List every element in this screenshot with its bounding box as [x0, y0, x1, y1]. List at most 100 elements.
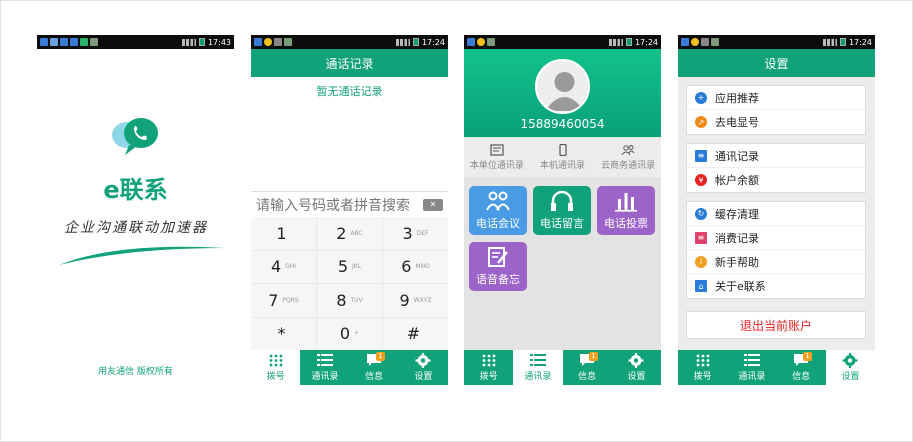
clear-cache-item[interactable]: ↻ 缓存清理 — [687, 202, 865, 226]
voice-memo-tile[interactable]: 语音备忘 — [469, 242, 527, 291]
beginner-help-item[interactable]: i 新手帮助 — [687, 250, 865, 274]
dial-key-5[interactable]: 5 JKL — [317, 250, 382, 283]
bar-chart-icon — [615, 193, 637, 212]
logout-button[interactable]: 退出当前账户 — [686, 311, 866, 339]
tab-settings[interactable]: 设置 — [612, 350, 661, 385]
key-digit: 8 — [336, 290, 347, 310]
caller-id-item[interactable]: ↗ 去电显号 — [687, 110, 865, 134]
dial-key-1[interactable]: 1 — [251, 217, 316, 250]
tile-label: 电话会议 — [476, 217, 520, 230]
tab-cloud-contacts[interactable]: 云商务通讯录 — [595, 137, 661, 178]
dial-key-9[interactable]: 9 WXYZ — [383, 284, 448, 317]
dial-key-7[interactable]: 7 PQRS — [251, 284, 316, 317]
row-label: 缓存清理 — [715, 207, 759, 221]
key-digit: # — [406, 324, 421, 344]
tile-label: 电话投票 — [604, 217, 648, 230]
app-notification-icon — [681, 38, 689, 46]
dial-key-hash[interactable]: # — [383, 317, 448, 350]
tile-label: 语音备忘 — [476, 273, 520, 286]
dial-key-3[interactable]: 3 DEF — [383, 217, 448, 250]
info-icon: i — [695, 255, 707, 268]
tab-messages[interactable]: 信息 1 — [777, 350, 826, 385]
phone-message-tile[interactable]: 电话留言 — [533, 186, 591, 235]
tab-settings[interactable]: 设置 — [399, 350, 448, 385]
battery-icon — [412, 38, 419, 46]
key-digit: 2 — [336, 223, 347, 243]
dial-key-4[interactable]: 4 GHI — [251, 250, 316, 283]
splash-screen: 17:43 e联系 企业沟通联动加速器 用友通信 版权所有 — [37, 35, 234, 385]
status-bar: 17:43 — [37, 35, 234, 49]
row-label: 关于e联系 — [715, 280, 766, 293]
key-digit: 0 — [339, 324, 351, 344]
key-letters: + — [354, 330, 360, 338]
key-digit: 4 — [270, 257, 282, 277]
backspace-icon[interactable]: ✕ — [423, 199, 443, 211]
tab-label: 信息 — [365, 372, 384, 382]
tab-dialpad[interactable]: 拨号 — [251, 350, 301, 385]
app-notification-icon — [50, 38, 58, 46]
row-label: 帐户余额 — [715, 174, 759, 187]
app-notification-icon — [487, 38, 495, 46]
status-time: 17:24 — [848, 37, 872, 47]
slogan: 企业沟通联动加速器 — [64, 220, 208, 236]
gear-icon — [842, 353, 858, 368]
signal-icon — [822, 38, 837, 46]
app-notification-icon — [264, 38, 272, 46]
gear-icon — [628, 353, 644, 368]
tab-messages[interactable]: 信息 1 — [350, 350, 399, 385]
app-notification-icon — [284, 38, 292, 46]
account-balance-item[interactable]: ¥ 帐户余额 — [687, 168, 865, 192]
notification-icons — [40, 38, 98, 46]
settings-screen: 17:24 设置 + 应用推荐 ↗ 去电显号 ≡ 通讯记录 ¥ 帐户余额 ↻ 缓… — [678, 35, 875, 385]
tab-contacts[interactable]: 通讯录 — [300, 350, 349, 385]
settings-group-2: ≡ 通讯记录 ¥ 帐户余额 — [686, 143, 866, 193]
phone-conference-tile[interactable]: 电话会议 — [469, 186, 527, 235]
user-phone-number: 15889460054 — [520, 117, 605, 131]
dial-keypad: 1 2 ABC 3 DEF 4 GHI 5 JKL 6 MNO 7 PQRS 8 TUV 9W… — [251, 217, 448, 350]
tab-label: 拨号 — [693, 372, 712, 382]
tab-label: 信息 — [792, 372, 811, 382]
app-recommend-item[interactable]: + 应用推荐 — [687, 86, 865, 110]
settings-group-1: + 应用推荐 ↗ 去电显号 — [686, 85, 866, 135]
app-notification-icon — [467, 38, 475, 46]
key-letters: WXYZ — [413, 296, 432, 304]
tab-local-contacts[interactable]: 本机通讯录 — [530, 137, 596, 178]
tab-dialpad[interactable]: 拨号 — [464, 350, 513, 385]
tab-messages[interactable]: 信息 1 — [563, 350, 612, 385]
tab-label: 通讯录 — [738, 372, 766, 382]
about-item[interactable]: ⌂ 关于e联系 — [687, 274, 865, 298]
people-icon — [621, 145, 635, 156]
app-notification-icon — [80, 38, 88, 46]
dial-key-6[interactable]: 6 MNO — [383, 250, 448, 283]
call-records-item[interactable]: ≡ 通讯记录 — [687, 144, 865, 168]
row-label: 应用推荐 — [715, 91, 759, 105]
search-input[interactable]: 请输入号码或者拼音搜索 ✕ — [251, 191, 448, 217]
battery-icon — [198, 38, 205, 46]
app-notification-icon — [701, 38, 709, 46]
tab-contacts[interactable]: 通讯录 — [727, 350, 776, 385]
row-label: 通讯记录 — [715, 149, 759, 163]
tab-dialpad[interactable]: 拨号 — [678, 350, 727, 385]
unread-badge: 1 — [376, 352, 385, 361]
dial-key-8[interactable]: 8 TUV — [317, 284, 382, 317]
list-icon — [743, 354, 760, 366]
tab-settings[interactable]: 设置 — [825, 350, 875, 385]
feature-grid: 电话会议 电话留言 电话投票 语音备忘 — [464, 179, 661, 350]
row-label: 去电显号 — [715, 116, 759, 129]
avatar[interactable] — [535, 59, 590, 114]
key-digit: 9 — [399, 290, 410, 310]
dial-key-star[interactable]: * — [251, 317, 316, 350]
app-notification-icon — [40, 38, 48, 46]
spending-records-item[interactable]: ≡ 消费记录 — [687, 226, 865, 250]
settings-group-3: ↻ 缓存清理 ≡ 消费记录 i 新手帮助 ⌂ 关于e联系 — [686, 201, 866, 299]
phone-vote-tile[interactable]: 电话投票 — [597, 186, 655, 235]
list-icon — [316, 354, 333, 366]
tab-label: 拨号 — [479, 372, 498, 382]
bottom-tab-bar: 拨号 通讯录 信息 1 设置 — [251, 350, 448, 385]
row-label: 新手帮助 — [715, 255, 759, 269]
dial-key-2[interactable]: 2 ABC — [317, 217, 382, 250]
dial-key-0[interactable]: 0 + — [317, 317, 382, 350]
tab-company-contacts[interactable]: 本单位通讯录 — [464, 137, 530, 178]
tab-contacts[interactable]: 通讯录 — [513, 350, 563, 385]
tab-label: 信息 — [578, 372, 597, 382]
